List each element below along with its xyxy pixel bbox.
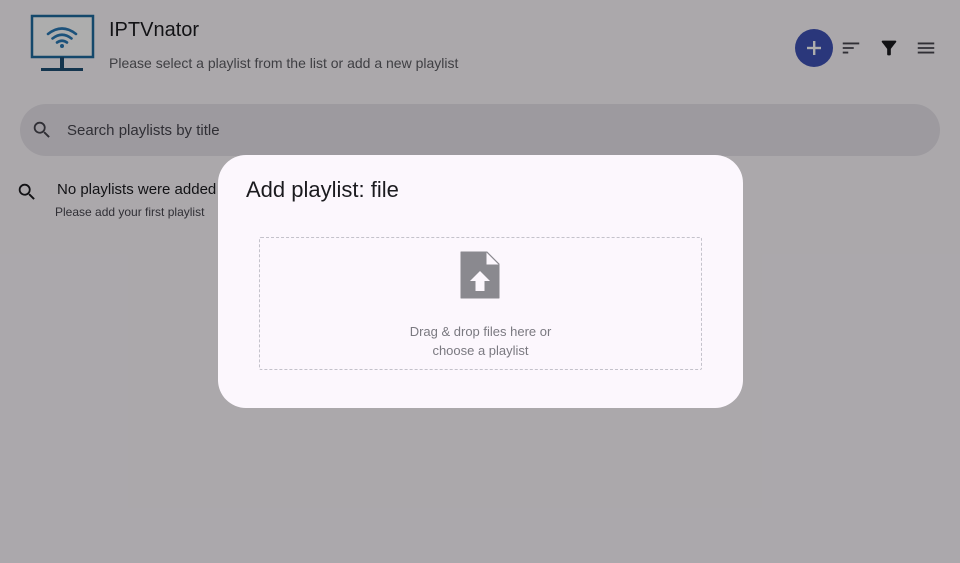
file-upload-icon	[460, 251, 500, 299]
choose-playlist-link[interactable]: choose a playlist	[260, 343, 701, 358]
file-dropzone[interactable]: Drag & drop files here or choose a playl…	[259, 237, 702, 370]
add-playlist-dialog: Add playlist: file Drag & drop files her…	[218, 155, 743, 408]
dialog-title: Add playlist: file	[246, 177, 399, 202]
dropzone-text: Drag & drop files here or	[409, 324, 552, 339]
